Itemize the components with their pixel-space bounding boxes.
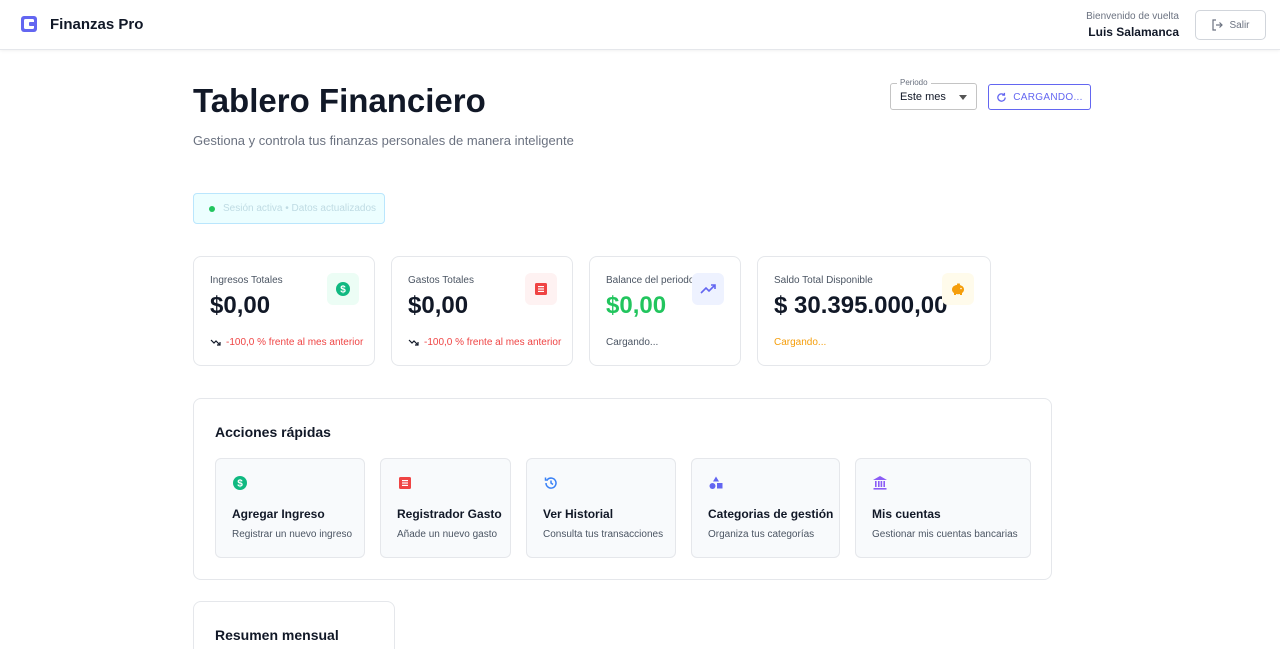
stat-change-text: -100,0 % frente al mes anterior	[424, 337, 562, 348]
shapes-icon	[709, 476, 723, 489]
logout-button[interactable]: Salir	[1195, 10, 1266, 40]
top-navbar: Finanzas Pro Bienvenido de vuelta Luis S…	[0, 0, 1280, 50]
stat-value: $0,00	[210, 292, 271, 319]
stat-label: Ingresos Totales	[210, 275, 283, 286]
stat-label: Balance del periodo	[606, 275, 695, 286]
quick-action-desc: Registrar un nuevo ingreso	[232, 529, 353, 540]
stat-label: Saldo Total Disponible	[774, 275, 873, 286]
quick-action-desc: Gestionar mis cuentas bancarias	[872, 529, 1018, 540]
stat-change: -100,0 % frente al mes anterior	[408, 337, 561, 348]
welcome-label: Bienvenido de vuelta	[1086, 11, 1179, 22]
session-status-badge: Sesión activa • Datos actualizados	[193, 193, 385, 224]
trending-up-icon	[692, 273, 724, 305]
session-status-text: Sesión activa • Datos actualizados	[223, 203, 377, 214]
bank-icon	[873, 476, 887, 490]
trending-down-icon	[408, 339, 419, 346]
receipt-icon	[399, 477, 411, 489]
user-greeting: Bienvenido de vuelta Luis Salamanca	[1086, 11, 1179, 39]
svg-text:$: $	[237, 479, 243, 490]
quick-action-desc: Organiza tus categorías	[708, 529, 815, 540]
quick-action-add-income[interactable]: $ Agregar Ingreso Registrar un nuevo ing…	[215, 458, 365, 558]
monthly-summary-title: Resumen mensual	[215, 627, 339, 643]
period-label: Periodo	[897, 78, 931, 88]
logout-icon	[1212, 19, 1224, 31]
dollar-icon: $	[327, 273, 359, 305]
user-name: Luis Salamanca	[1088, 25, 1179, 39]
quick-action-add-expense[interactable]: Registrador Gasto Añade un nuevo gasto	[380, 458, 511, 558]
stat-card-available-balance: Saldo Total Disponible $ 30.395.000,00 C…	[757, 256, 991, 366]
quick-action-name: Ver Historial	[543, 507, 614, 521]
chevron-down-icon	[959, 95, 967, 100]
quick-action-history[interactable]: Ver Historial Consulta tus transacciones	[526, 458, 676, 558]
period-value: Este mes	[900, 91, 946, 103]
trending-down-icon	[210, 339, 221, 346]
stat-label: Gastos Totales	[408, 275, 474, 286]
quick-action-name: Mis cuentas	[872, 507, 941, 521]
stat-card-income: Ingresos Totales $0,00 $ -100,0 % frente…	[193, 256, 375, 366]
refresh-icon	[997, 92, 1007, 102]
stat-card-balance: Balance del periodo $0,00 Cargando...	[589, 256, 741, 366]
refresh-label: CARGANDO...	[1013, 91, 1083, 103]
receipt-icon	[525, 273, 557, 305]
page-title: Tablero Financiero	[193, 82, 486, 119]
quick-action-desc: Consulta tus transacciones	[543, 529, 664, 540]
page-subtitle: Gestiona y controla tus finanzas persona…	[193, 133, 574, 148]
quick-action-name: Categorias de gestión	[708, 507, 834, 521]
stat-value: $0,00	[408, 292, 469, 319]
piggy-bank-icon	[942, 273, 974, 305]
stat-value: $0,00	[606, 292, 667, 319]
stat-change-text: -100,0 % frente al mes anterior	[226, 337, 364, 348]
logout-label: Salir	[1229, 19, 1250, 31]
brand[interactable]: Finanzas Pro	[20, 15, 143, 33]
quick-action-accounts[interactable]: Mis cuentas Gestionar mis cuentas bancar…	[855, 458, 1031, 558]
history-icon	[544, 477, 557, 489]
monthly-summary-panel: Resumen mensual	[193, 601, 395, 649]
stat-footer: Cargando...	[774, 337, 827, 348]
wallet-icon	[21, 16, 37, 32]
quick-action-name: Agregar Ingreso	[232, 507, 325, 521]
svg-text:$: $	[340, 285, 346, 296]
stat-footer: Cargando...	[606, 337, 659, 348]
stat-card-expenses: Gastos Totales $0,00 -100,0 % frente al …	[391, 256, 573, 366]
quick-action-name: Registrador Gasto	[397, 507, 502, 521]
app-name: Finanzas Pro	[50, 15, 144, 33]
refresh-button[interactable]: CARGANDO...	[988, 84, 1091, 110]
quick-actions-panel: Acciones rápidas $ Agregar Ingreso Regis…	[193, 398, 1052, 580]
stat-value: $ 30.395.000,00	[774, 292, 948, 319]
dollar-icon: $	[233, 476, 247, 490]
quick-actions-title: Acciones rápidas	[215, 424, 331, 440]
period-select[interactable]: Periodo Este mes	[890, 78, 977, 110]
quick-action-desc: Añade un nuevo gasto	[397, 529, 498, 540]
quick-action-categories[interactable]: Categorias de gestión Organiza tus categ…	[691, 458, 840, 558]
status-dot	[209, 205, 215, 212]
stat-change: -100,0 % frente al mes anterior	[210, 337, 363, 348]
